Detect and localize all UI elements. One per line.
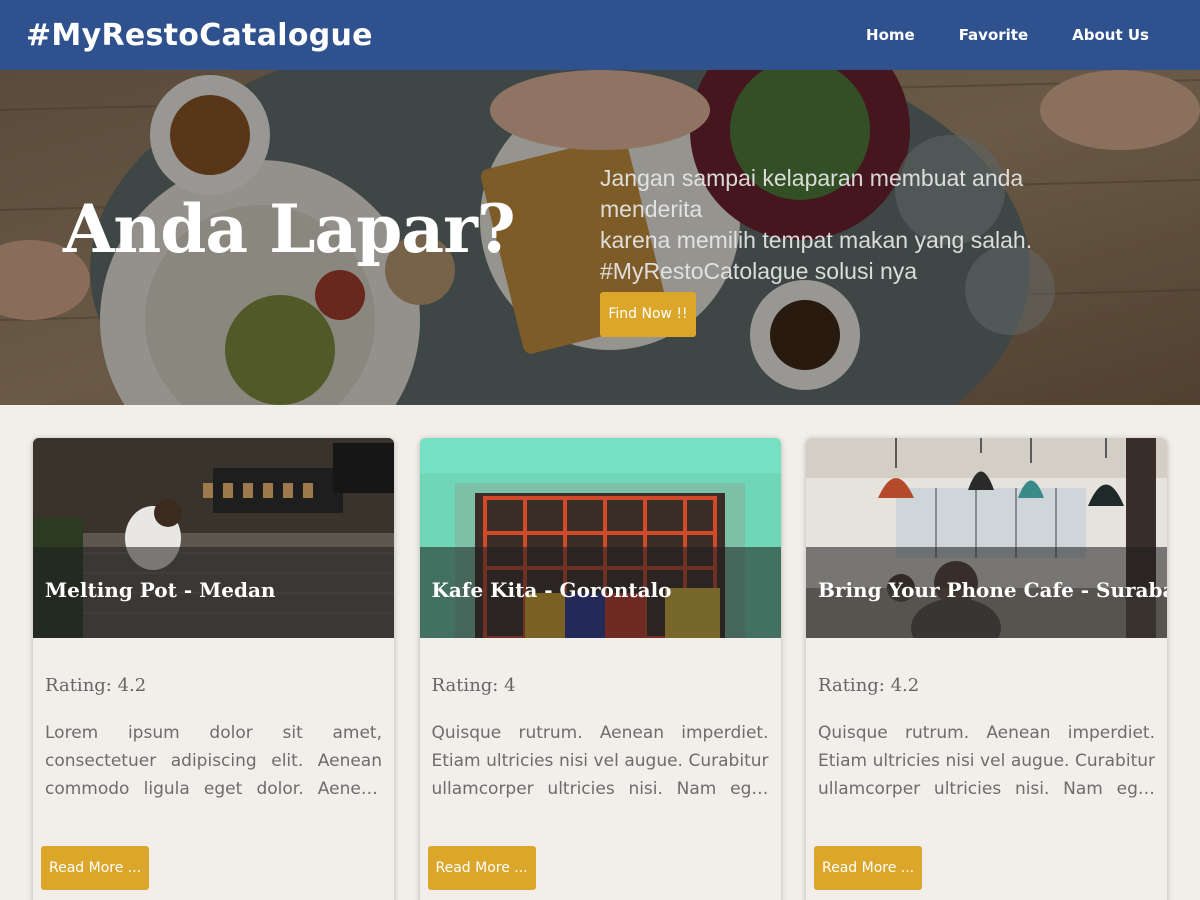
restaurant-card: Bring Your Phone Cafe - Surabaya Rating:…: [806, 438, 1167, 900]
restaurant-card: Melting Pot - Medan Rating: 4.2 Lorem ip…: [33, 438, 394, 900]
restaurant-name[interactable]: Bring Your Phone Cafe - Surabaya: [818, 578, 1167, 602]
restaurant-description: Quisque rutrum. Aenean imperdiet. Etiam …: [818, 723, 1155, 799]
nav-link-about-us[interactable]: About Us: [1050, 0, 1174, 70]
hero-title: Anda Lapar?: [63, 190, 516, 268]
hero-text-line-1: Jangan sampai kelaparan membuat anda men…: [600, 165, 1024, 222]
restaurant-description: Quisque rutrum. Aenean imperdiet. Etiam …: [431, 723, 769, 799]
read-more-button[interactable]: Read More ...: [427, 846, 536, 890]
restaurant-rating: Rating: 4: [431, 675, 516, 696]
restaurant-name[interactable]: Kafe Kita - Gorontalo: [432, 578, 672, 602]
restaurant-image: [806, 438, 1167, 638]
hero-description: Jangan sampai kelaparan membuat anda men…: [600, 163, 1120, 287]
restaurant-rating: Rating: 4.2: [45, 675, 147, 696]
restaurant-description: Lorem ipsum dolor sit amet, consectetuer…: [45, 723, 382, 799]
restaurant-name[interactable]: Melting Pot - Medan: [45, 578, 275, 602]
restaurant-rating: Rating: 4.2: [818, 675, 920, 696]
navbar: #MyRestoCatalogue Home Favorite About Us: [0, 0, 1200, 70]
read-more-button[interactable]: Read More ...: [41, 846, 150, 890]
read-more-button[interactable]: Read More ...: [814, 846, 923, 890]
hero-text-line-3: #MyRestoCatolague solusi nya: [600, 258, 918, 284]
nav-link-favorite[interactable]: Favorite: [937, 0, 1050, 70]
restaurant-list: Melting Pot - Medan Rating: 4.2 Lorem ip…: [33, 438, 1167, 900]
nav-links: Home Favorite About Us: [844, 0, 1174, 70]
nav-link-home[interactable]: Home: [844, 0, 937, 70]
restaurant-card: Kafe Kita - Gorontalo Rating: 4 Quisque …: [419, 438, 781, 900]
hero-text-line-2: karena memilih tempat makan yang salah.: [600, 227, 1033, 253]
find-now-button[interactable]: Find Now !!: [600, 292, 696, 337]
restaurant-image: [33, 438, 394, 638]
brand-logo-text[interactable]: #MyRestoCatalogue: [26, 18, 373, 53]
restaurant-image: [419, 438, 781, 638]
hero-section: Anda Lapar? Jangan sampai kelaparan memb…: [0, 70, 1200, 405]
